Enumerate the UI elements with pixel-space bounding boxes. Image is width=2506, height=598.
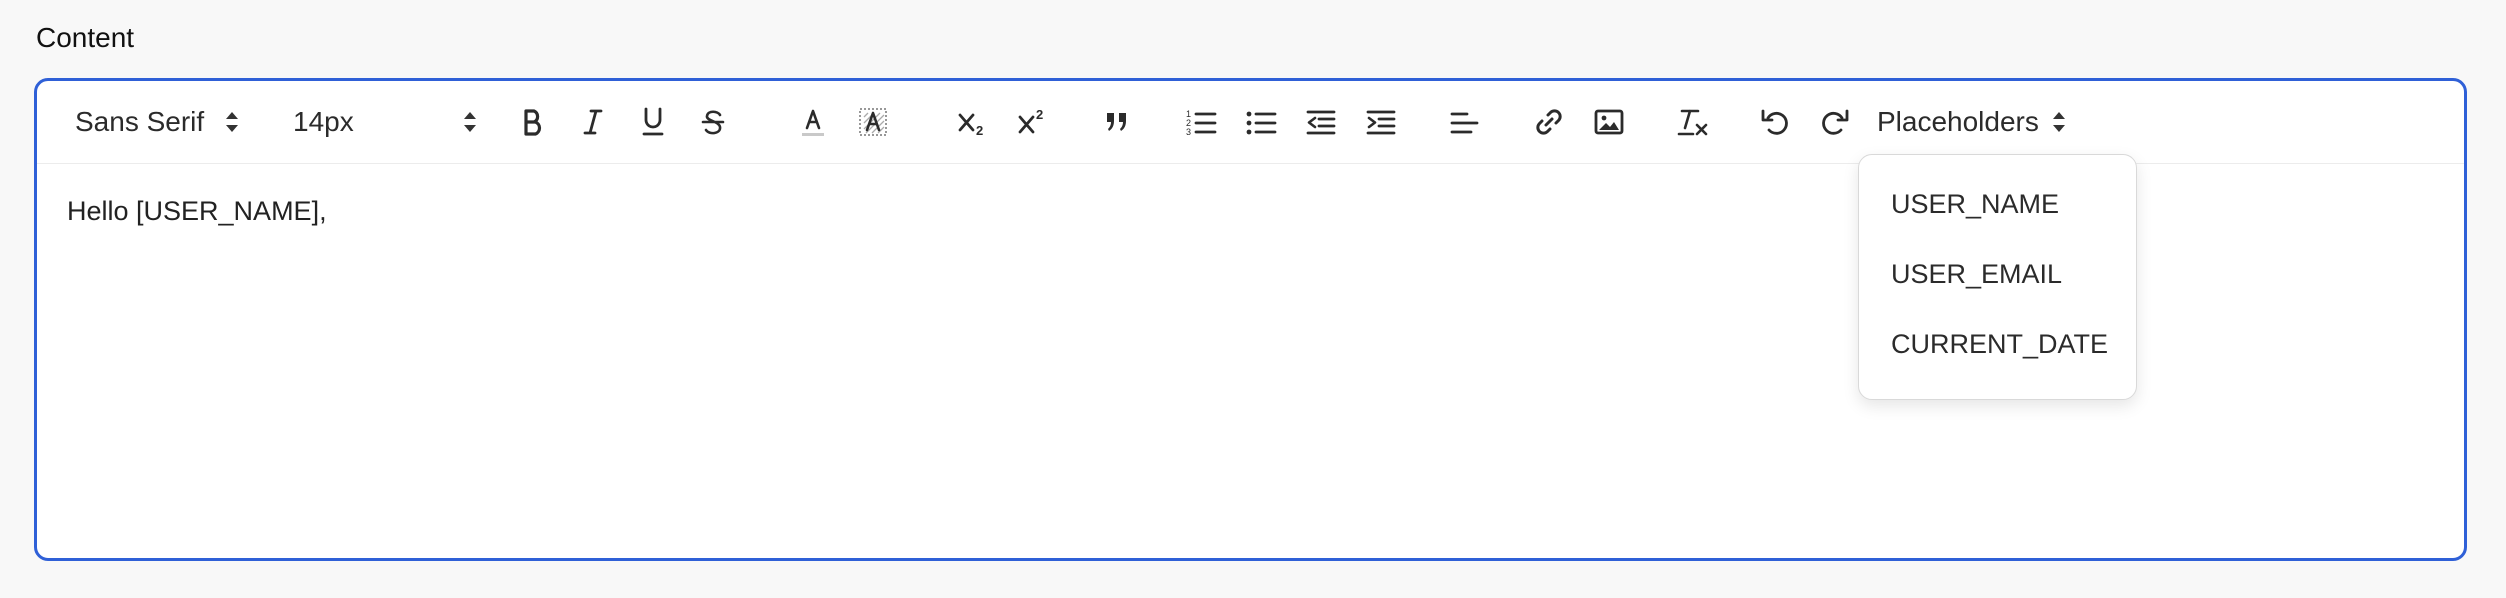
font-size-select[interactable]: 14px [293, 102, 478, 142]
link-button[interactable] [1529, 102, 1569, 142]
blockquote-icon [1102, 107, 1132, 137]
subscript-icon: 2 [956, 107, 990, 137]
background-color-icon [858, 107, 888, 137]
text-color-icon [799, 106, 827, 138]
align-left-icon [1449, 107, 1481, 137]
outdent-button[interactable] [1301, 102, 1341, 142]
superscript-button[interactable]: 2 [1011, 102, 1055, 142]
undo-button[interactable] [1755, 102, 1795, 142]
svg-text:2: 2 [976, 123, 983, 137]
placeholder-option-current-date[interactable]: CURRENT_DATE [1891, 329, 2108, 360]
subscript-button[interactable]: 2 [951, 102, 995, 142]
bullet-list-button[interactable] [1241, 102, 1281, 142]
italic-icon [579, 107, 607, 137]
image-icon [1593, 107, 1625, 137]
placeholders-label: Placeholders [1877, 106, 2039, 137]
outdent-icon [1305, 107, 1337, 137]
link-icon [1533, 106, 1565, 138]
select-arrows-icon [462, 108, 478, 136]
ordered-list-icon: 123 [1185, 107, 1217, 137]
editor-content[interactable]: Hello [USER_NAME], [67, 196, 327, 227]
svg-text:3: 3 [1186, 127, 1191, 137]
bold-icon [519, 107, 547, 137]
font-size-value: 14px [293, 106, 354, 137]
placeholders-dropdown-menu: USER_NAME USER_EMAIL CURRENT_DATE [1858, 154, 2137, 400]
indent-icon [1365, 107, 1397, 137]
indent-button[interactable] [1361, 102, 1401, 142]
select-arrows-icon [224, 108, 240, 136]
superscript-icon: 2 [1016, 107, 1050, 137]
blockquote-button[interactable] [1095, 102, 1139, 142]
select-arrows-icon [2051, 108, 2067, 136]
clear-format-button[interactable] [1673, 102, 1713, 142]
ordered-list-button[interactable]: 123 [1181, 102, 1221, 142]
text-color-button[interactable] [793, 102, 833, 142]
svg-text:2: 2 [1036, 107, 1043, 122]
content-label: Content [36, 22, 135, 53]
underline-icon [639, 106, 667, 138]
redo-icon [1819, 106, 1851, 138]
italic-button[interactable] [573, 102, 613, 142]
align-left-button[interactable] [1445, 102, 1485, 142]
editor-toolbar: Sans Serif 14px 2 2 1 2 3 Placeholders [37, 81, 2464, 164]
strikethrough-icon [699, 107, 727, 137]
clear-format-icon [1676, 106, 1710, 138]
strikethrough-button[interactable] [693, 102, 733, 142]
font-family-value: Sans Serif [75, 106, 205, 137]
bullet-list-icon [1245, 107, 1277, 137]
font-family-select[interactable]: Sans Serif [75, 102, 240, 142]
underline-button[interactable] [633, 102, 673, 142]
bold-button[interactable] [513, 102, 553, 142]
image-button[interactable] [1589, 102, 1629, 142]
background-color-button[interactable] [853, 102, 893, 142]
undo-icon [1759, 106, 1791, 138]
redo-button[interactable] [1815, 102, 1855, 142]
placeholders-select[interactable]: Placeholders [1877, 102, 2067, 142]
placeholder-option-user-name[interactable]: USER_NAME [1891, 189, 2059, 220]
placeholder-option-user-email[interactable]: USER_EMAIL [1891, 259, 2062, 290]
